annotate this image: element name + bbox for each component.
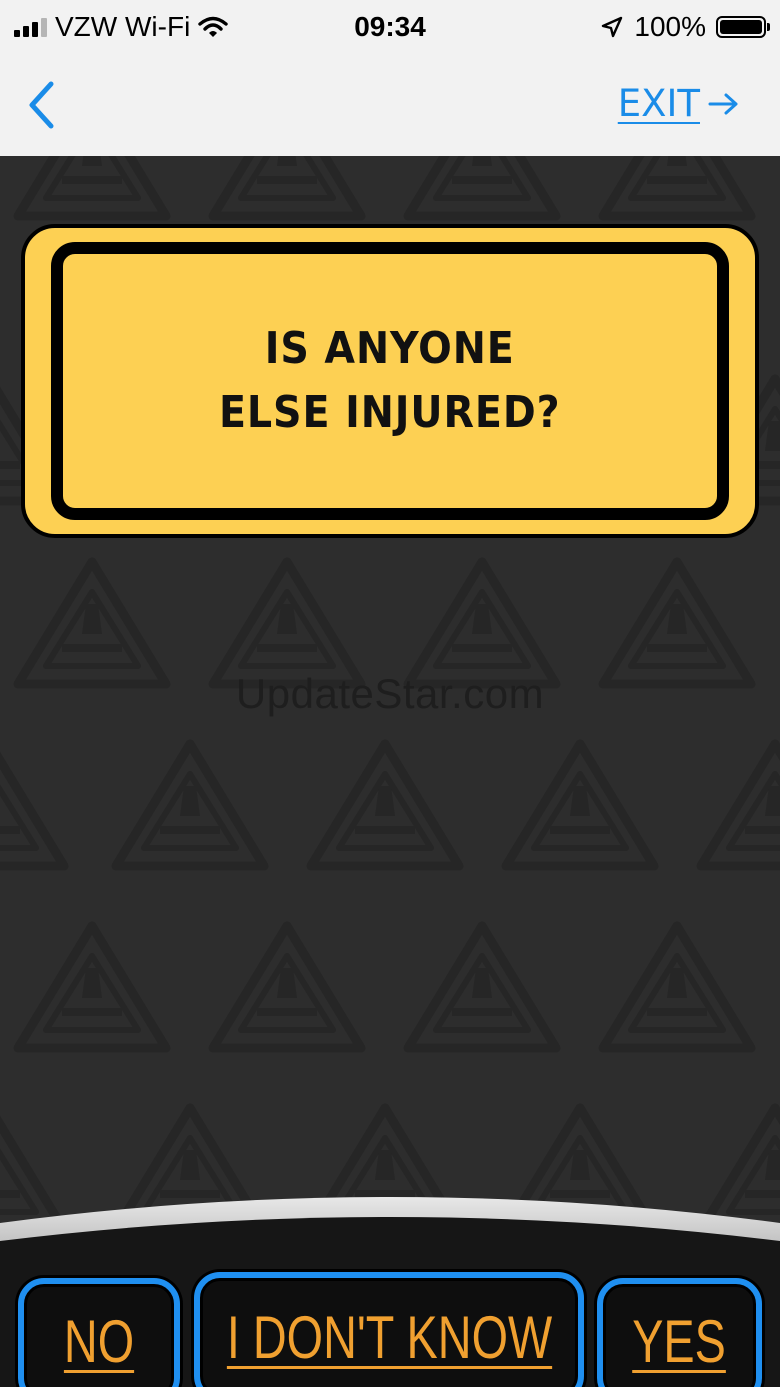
answer-label-yes: YES xyxy=(632,1307,727,1375)
answer-label-dont-know: I DON'T KNOW xyxy=(226,1303,552,1371)
exit-label: EXIT xyxy=(617,82,700,125)
back-button[interactable] xyxy=(16,76,66,134)
battery-percent: 100% xyxy=(634,11,706,42)
status-bar: VZW Wi-Fi 09:34 100% xyxy=(0,0,780,54)
question-inner-frame: IS ANYONE ELSE INJURED? xyxy=(51,242,729,520)
chevron-left-icon xyxy=(29,81,54,129)
answer-label-no: NO xyxy=(63,1307,135,1375)
question-card: IS ANYONE ELSE INJURED? xyxy=(21,224,759,538)
answer-button-yes[interactable]: YES xyxy=(597,1278,762,1387)
location-arrow-icon xyxy=(602,16,623,38)
battery-fill xyxy=(720,20,762,34)
answer-panel: NO I DON'T KNOW YES xyxy=(0,1193,780,1387)
battery-cap xyxy=(767,23,770,31)
main-area: UpdateStar.com IS ANYONE ELSE INJURED? N… xyxy=(0,156,780,1387)
watermark: UpdateStar.com xyxy=(235,670,545,717)
arrow-right-icon xyxy=(708,93,738,115)
answer-button-dont-know[interactable]: I DON'T KNOW xyxy=(194,1272,584,1387)
battery-icon xyxy=(716,16,770,38)
question-text: IS ANYONE ELSE INJURED? xyxy=(219,323,561,438)
status-right: 100% xyxy=(600,8,770,46)
answer-button-no[interactable]: NO xyxy=(18,1278,180,1387)
exit-button[interactable]: EXIT xyxy=(618,80,740,128)
nav-bar: EXIT xyxy=(0,54,780,156)
